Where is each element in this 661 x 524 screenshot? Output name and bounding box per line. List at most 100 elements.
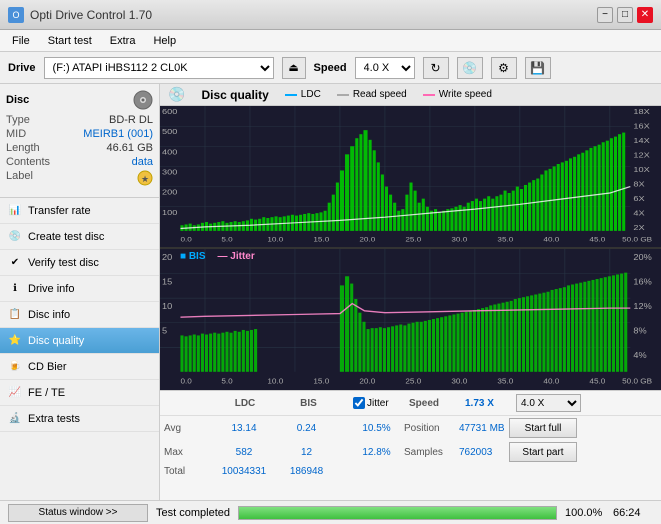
svg-text:20.0: 20.0 — [359, 235, 375, 243]
legend-write-speed: Write speed — [423, 89, 492, 100]
svg-text:12%: 12% — [633, 302, 652, 311]
disc-label-value: ★ — [137, 170, 153, 189]
eject-button[interactable]: ⏏ — [282, 57, 306, 79]
svg-text:10.0: 10.0 — [267, 377, 283, 385]
start-part-button[interactable]: Start part — [509, 442, 577, 462]
nav-disc-quality-label: Disc quality — [28, 335, 84, 347]
total-bis: 186948 — [279, 466, 334, 477]
avg-ldc: 13.14 — [209, 423, 279, 434]
save-button[interactable]: 💾 — [525, 57, 551, 79]
nav-transfer-rate[interactable]: 📊 Transfer rate — [0, 198, 159, 224]
progress-bar-container — [238, 506, 557, 520]
minimize-button[interactable]: − — [597, 7, 613, 23]
jitter-checkbox[interactable] — [353, 397, 365, 409]
nav-disc-quality[interactable]: ⭐ Disc quality — [0, 328, 159, 354]
nav-create-test-disc[interactable]: 💿 Create test disc — [0, 224, 159, 250]
svg-text:8X: 8X — [633, 180, 645, 188]
extra-tests-icon: 🔬 — [8, 412, 22, 426]
menu-help[interactable]: Help — [145, 33, 184, 49]
disc-label-row: Label ★ — [6, 170, 153, 189]
nav-drive-info[interactable]: ℹ Drive info — [0, 276, 159, 302]
speed-dropdown[interactable]: 4.0 X — [516, 394, 581, 412]
avg-jitter: 10.5% — [349, 423, 404, 434]
max-bis: 12 — [279, 447, 334, 458]
svg-text:0.0: 0.0 — [180, 377, 191, 385]
disc-length-value: 46.61 GB — [107, 142, 153, 154]
svg-text:20.0: 20.0 — [359, 377, 375, 385]
main-area: Disc Type BD-R DL MID MEIRB1 (001) Lengt… — [0, 84, 661, 500]
speed-label: Speed — [314, 62, 347, 74]
svg-text:40.0: 40.0 — [543, 235, 559, 243]
position-value: 47731 MB — [459, 423, 509, 434]
stats-panel: LDC BIS Jitter Speed 1.73 X 4.0 X — [160, 390, 661, 500]
avg-label: Avg — [164, 423, 209, 434]
verify-disc-icon: ✔ — [8, 256, 22, 270]
disc-label-label: Label — [6, 170, 33, 189]
label-icon: ★ — [137, 170, 153, 186]
disc-contents-value: data — [132, 156, 153, 168]
nav-disc-info[interactable]: 📋 Disc info — [0, 302, 159, 328]
svg-text:16%: 16% — [633, 277, 652, 286]
refresh-button[interactable]: ↻ — [423, 57, 449, 79]
maximize-button[interactable]: □ — [617, 7, 633, 23]
jitter-label: Jitter — [367, 398, 389, 409]
settings-button[interactable]: ⚙ — [491, 57, 517, 79]
disc-quality-icon: ⭐ — [8, 334, 22, 348]
fe-te-icon: 📈 — [8, 386, 22, 400]
start-full-button[interactable]: Start full — [509, 418, 577, 438]
max-ldc: 582 — [209, 447, 279, 458]
chart2-bis-label: ■ BIS — [180, 251, 206, 262]
svg-text:200: 200 — [162, 189, 178, 197]
drive-select[interactable]: (F:) ATAPI iHBS112 2 CL0K — [44, 57, 274, 79]
content-area: 💿 Disc quality LDC Read speed Write spee… — [160, 84, 661, 500]
max-jitter: 12.8% — [349, 447, 404, 458]
nav-verify-test-disc[interactable]: ✔ Verify test disc — [0, 250, 159, 276]
sidebar: Disc Type BD-R DL MID MEIRB1 (001) Lengt… — [0, 84, 160, 500]
disc-mid-row: MID MEIRB1 (001) — [6, 128, 153, 140]
chart2-svg: 20 15 10 5 20% 16% 12% 8% 4% — [160, 249, 661, 390]
menu-extra[interactable]: Extra — [102, 33, 144, 49]
speed-select[interactable]: 4.0 X — [355, 57, 415, 79]
disc-type-value: BD-R DL — [109, 114, 153, 126]
svg-text:6X: 6X — [633, 195, 645, 203]
nav-cd-bier[interactable]: 🍺 CD Bier — [0, 354, 159, 380]
legend-read-speed: Read speed — [337, 89, 407, 100]
close-button[interactable]: ✕ — [637, 7, 653, 23]
chart-header: 💿 Disc quality LDC Read speed Write spee… — [160, 84, 661, 106]
jitter-checkbox-group[interactable]: Jitter — [353, 397, 408, 409]
window-controls: − □ ✕ — [597, 7, 653, 23]
svg-text:30.0: 30.0 — [451, 235, 467, 243]
read-speed-legend-label: Read speed — [353, 89, 407, 100]
write-speed-legend-dot — [423, 94, 435, 96]
svg-text:16X: 16X — [633, 122, 650, 130]
svg-text:50.0 GB: 50.0 GB — [622, 235, 652, 243]
svg-text:15.0: 15.0 — [313, 377, 329, 385]
svg-text:45.0: 45.0 — [589, 377, 605, 385]
drive-bar: Drive (F:) ATAPI iHBS112 2 CL0K ⏏ Speed … — [0, 52, 661, 84]
menu-file[interactable]: File — [4, 33, 38, 49]
transfer-rate-icon: 📊 — [8, 204, 22, 218]
nav-disc-info-label: Disc info — [28, 309, 70, 321]
svg-text:25.0: 25.0 — [405, 377, 421, 385]
svg-text:4X: 4X — [633, 209, 645, 217]
disc-svg-icon — [133, 90, 153, 110]
disc-mid-value: MEIRB1 (001) — [83, 128, 153, 140]
disc-icon-button[interactable]: 💿 — [457, 57, 483, 79]
nav-extra-tests[interactable]: 🔬 Extra tests — [0, 406, 159, 432]
svg-text:10: 10 — [162, 302, 172, 311]
time-display: 66:24 — [613, 507, 653, 519]
avg-bis: 0.24 — [279, 423, 334, 434]
write-speed-legend-label: Write speed — [439, 89, 492, 100]
nav-fe-te-label: FE / TE — [28, 387, 65, 399]
ldc-legend-dot — [285, 94, 297, 96]
svg-text:300: 300 — [162, 168, 178, 176]
svg-text:4%: 4% — [633, 351, 647, 360]
nav-fe-te[interactable]: 📈 FE / TE — [0, 380, 159, 406]
position-label: Position — [404, 423, 459, 434]
app-title: Opti Drive Control 1.70 — [30, 8, 152, 22]
status-window-button[interactable]: Status window >> — [8, 504, 148, 522]
menu-start-test[interactable]: Start test — [40, 33, 100, 49]
svg-text:500: 500 — [162, 128, 178, 136]
svg-text:12X: 12X — [633, 151, 650, 159]
disc-quality-header-icon: 💿 — [168, 86, 185, 103]
